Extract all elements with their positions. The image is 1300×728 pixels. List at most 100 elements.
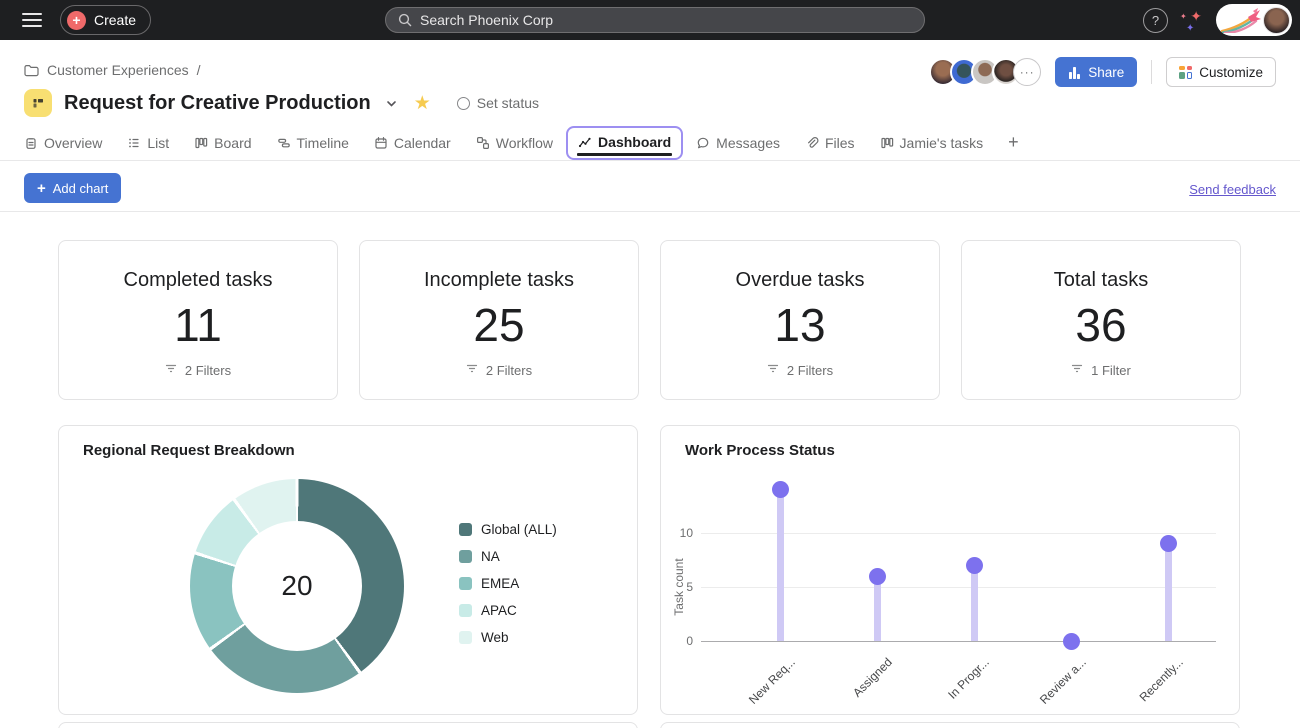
filter-icon xyxy=(466,362,480,376)
y-axis-tick-label: 10 xyxy=(663,526,693,540)
add-chart-label: Add chart xyxy=(53,181,109,196)
y-axis-label: Task count xyxy=(672,555,686,619)
tab-label: Timeline xyxy=(297,135,349,151)
legend-label: Global (ALL) xyxy=(481,522,557,537)
tab-board[interactable]: Board xyxy=(194,135,251,151)
customize-icon xyxy=(1179,66,1192,79)
legend-item[interactable]: EMEA xyxy=(459,576,557,591)
filter-icon xyxy=(1071,362,1085,376)
stat-card-incomplete-tasks[interactable]: Incomplete tasks252 Filters xyxy=(359,240,639,400)
filter-count-label: 1 Filter xyxy=(1091,363,1131,378)
x-axis-category-label: In Progr... xyxy=(911,655,992,728)
legend-label: APAC xyxy=(481,603,517,618)
legend-item[interactable]: APAC xyxy=(459,603,557,618)
data-point[interactable] xyxy=(1160,535,1177,552)
donut-chart[interactable]: 20 xyxy=(190,479,404,693)
project-board-icon[interactable] xyxy=(24,89,52,117)
legend-item[interactable]: NA xyxy=(459,549,557,564)
lollipop-chart[interactable]: 0510Task countNew Req...AssignedIn Progr… xyxy=(661,426,1241,716)
stat-card-filters[interactable]: 2 Filters xyxy=(661,362,939,379)
stat-card-filters[interactable]: 2 Filters xyxy=(360,362,638,379)
workflow-icon xyxy=(476,136,490,150)
status-circle-icon xyxy=(457,97,470,110)
filter-icon xyxy=(767,362,781,376)
send-feedback-link[interactable]: Send feedback xyxy=(1189,182,1276,197)
favorite-star-icon[interactable]: ★ xyxy=(414,94,431,113)
search-icon xyxy=(398,13,412,27)
tab-label: Jamie's tasks xyxy=(900,135,984,151)
tab-label: Board xyxy=(214,135,251,151)
plus-icon: + xyxy=(37,180,46,197)
add-tab-button[interactable]: + xyxy=(1008,132,1019,153)
share-button[interactable]: Share xyxy=(1055,57,1137,87)
customize-button-label: Customize xyxy=(1199,65,1263,80)
overview-icon xyxy=(24,136,38,150)
dashboard-icon xyxy=(578,135,592,149)
topbar-right-group: ? ✦✦✦ xyxy=(1143,0,1292,40)
add-chart-button[interactable]: + Add chart xyxy=(24,173,121,203)
help-button[interactable]: ? xyxy=(1143,8,1168,33)
ai-sparkles-icon[interactable]: ✦✦✦ xyxy=(1180,8,1204,32)
set-status-button[interactable]: Set status xyxy=(457,95,539,111)
member-overflow-label: ··· xyxy=(1020,65,1035,79)
tab-label: Files xyxy=(825,135,855,151)
breadcrumb: Customer Experiences / xyxy=(24,62,201,78)
stat-card-value: 13 xyxy=(661,300,939,351)
member-avatar-stack[interactable]: ··· xyxy=(929,58,1041,86)
legend-swatch xyxy=(459,604,472,617)
legend-item[interactable]: Web xyxy=(459,630,557,645)
breadcrumb-link[interactable]: Customer Experiences xyxy=(47,62,189,78)
tab-timeline[interactable]: Timeline xyxy=(277,135,349,151)
plus-icon: + xyxy=(67,11,86,30)
stat-card-filters[interactable]: 1 Filter xyxy=(962,362,1240,379)
data-point[interactable] xyxy=(772,481,789,498)
phoenix-illustration-icon xyxy=(1220,7,1262,33)
x-axis-category-label: New Req... xyxy=(717,655,798,728)
data-point[interactable] xyxy=(966,557,983,574)
plus-icon: + xyxy=(1008,132,1019,153)
legend-item[interactable]: Global (ALL) xyxy=(459,522,557,537)
tab-overview[interactable]: Overview xyxy=(24,135,102,151)
tab-workflow[interactable]: Workflow xyxy=(476,135,553,151)
tab-label: Messages xyxy=(716,135,780,151)
tab-label: List xyxy=(147,135,169,151)
stat-card-filters[interactable]: 2 Filters xyxy=(59,362,337,379)
tab-messages[interactable]: Messages xyxy=(696,135,780,151)
tab-list[interactable]: List xyxy=(127,135,169,151)
tab-files[interactable]: Files xyxy=(805,135,855,151)
tab-dashboard[interactable]: Dashboard xyxy=(566,126,683,160)
create-button[interactable]: + Create xyxy=(60,5,151,35)
filter-count-label: 2 Filters xyxy=(185,363,231,378)
member-overflow-button[interactable]: ··· xyxy=(1013,58,1041,86)
hamburger-menu-icon[interactable] xyxy=(22,13,42,27)
tab-label: Calendar xyxy=(394,135,451,151)
share-button-label: Share xyxy=(1088,65,1124,80)
tab-label: Dashboard xyxy=(598,134,671,150)
stat-card-overdue-tasks[interactable]: Overdue tasks132 Filters xyxy=(660,240,940,400)
profile-menu[interactable] xyxy=(1216,4,1292,36)
board-icon xyxy=(194,136,208,150)
stat-card-completed-tasks[interactable]: Completed tasks112 Filters xyxy=(58,240,338,400)
breadcrumb-separator: / xyxy=(197,62,201,78)
x-axis-category-label: Recently... xyxy=(1105,655,1186,728)
share-chart-icon xyxy=(1068,66,1081,79)
search-input[interactable]: Search Phoenix Corp xyxy=(385,7,925,33)
stat-card-total-tasks[interactable]: Total tasks361 Filter xyxy=(961,240,1241,400)
data-point[interactable] xyxy=(1063,633,1080,650)
help-label: ? xyxy=(1152,13,1159,28)
filter-icon xyxy=(165,362,179,376)
card xyxy=(660,722,1240,728)
tab-calendar[interactable]: Calendar xyxy=(374,135,451,151)
files-icon xyxy=(805,136,819,150)
stat-card-value: 36 xyxy=(962,300,1240,351)
project-title-row: Request for Creative Production ★ Set st… xyxy=(24,89,539,117)
legend-swatch xyxy=(459,550,472,563)
top-bar: + Create Search Phoenix Corp ? ✦✦✦ xyxy=(0,0,1300,40)
data-point[interactable] xyxy=(869,568,886,585)
page-title: Request for Creative Production xyxy=(64,92,371,115)
toolbar-divider xyxy=(0,211,1300,212)
chevron-down-icon[interactable] xyxy=(385,97,398,110)
customize-button[interactable]: Customize xyxy=(1166,57,1276,87)
lollipop-stem xyxy=(777,490,784,641)
tab-jamie-s-tasks[interactable]: Jamie's tasks xyxy=(880,135,984,151)
